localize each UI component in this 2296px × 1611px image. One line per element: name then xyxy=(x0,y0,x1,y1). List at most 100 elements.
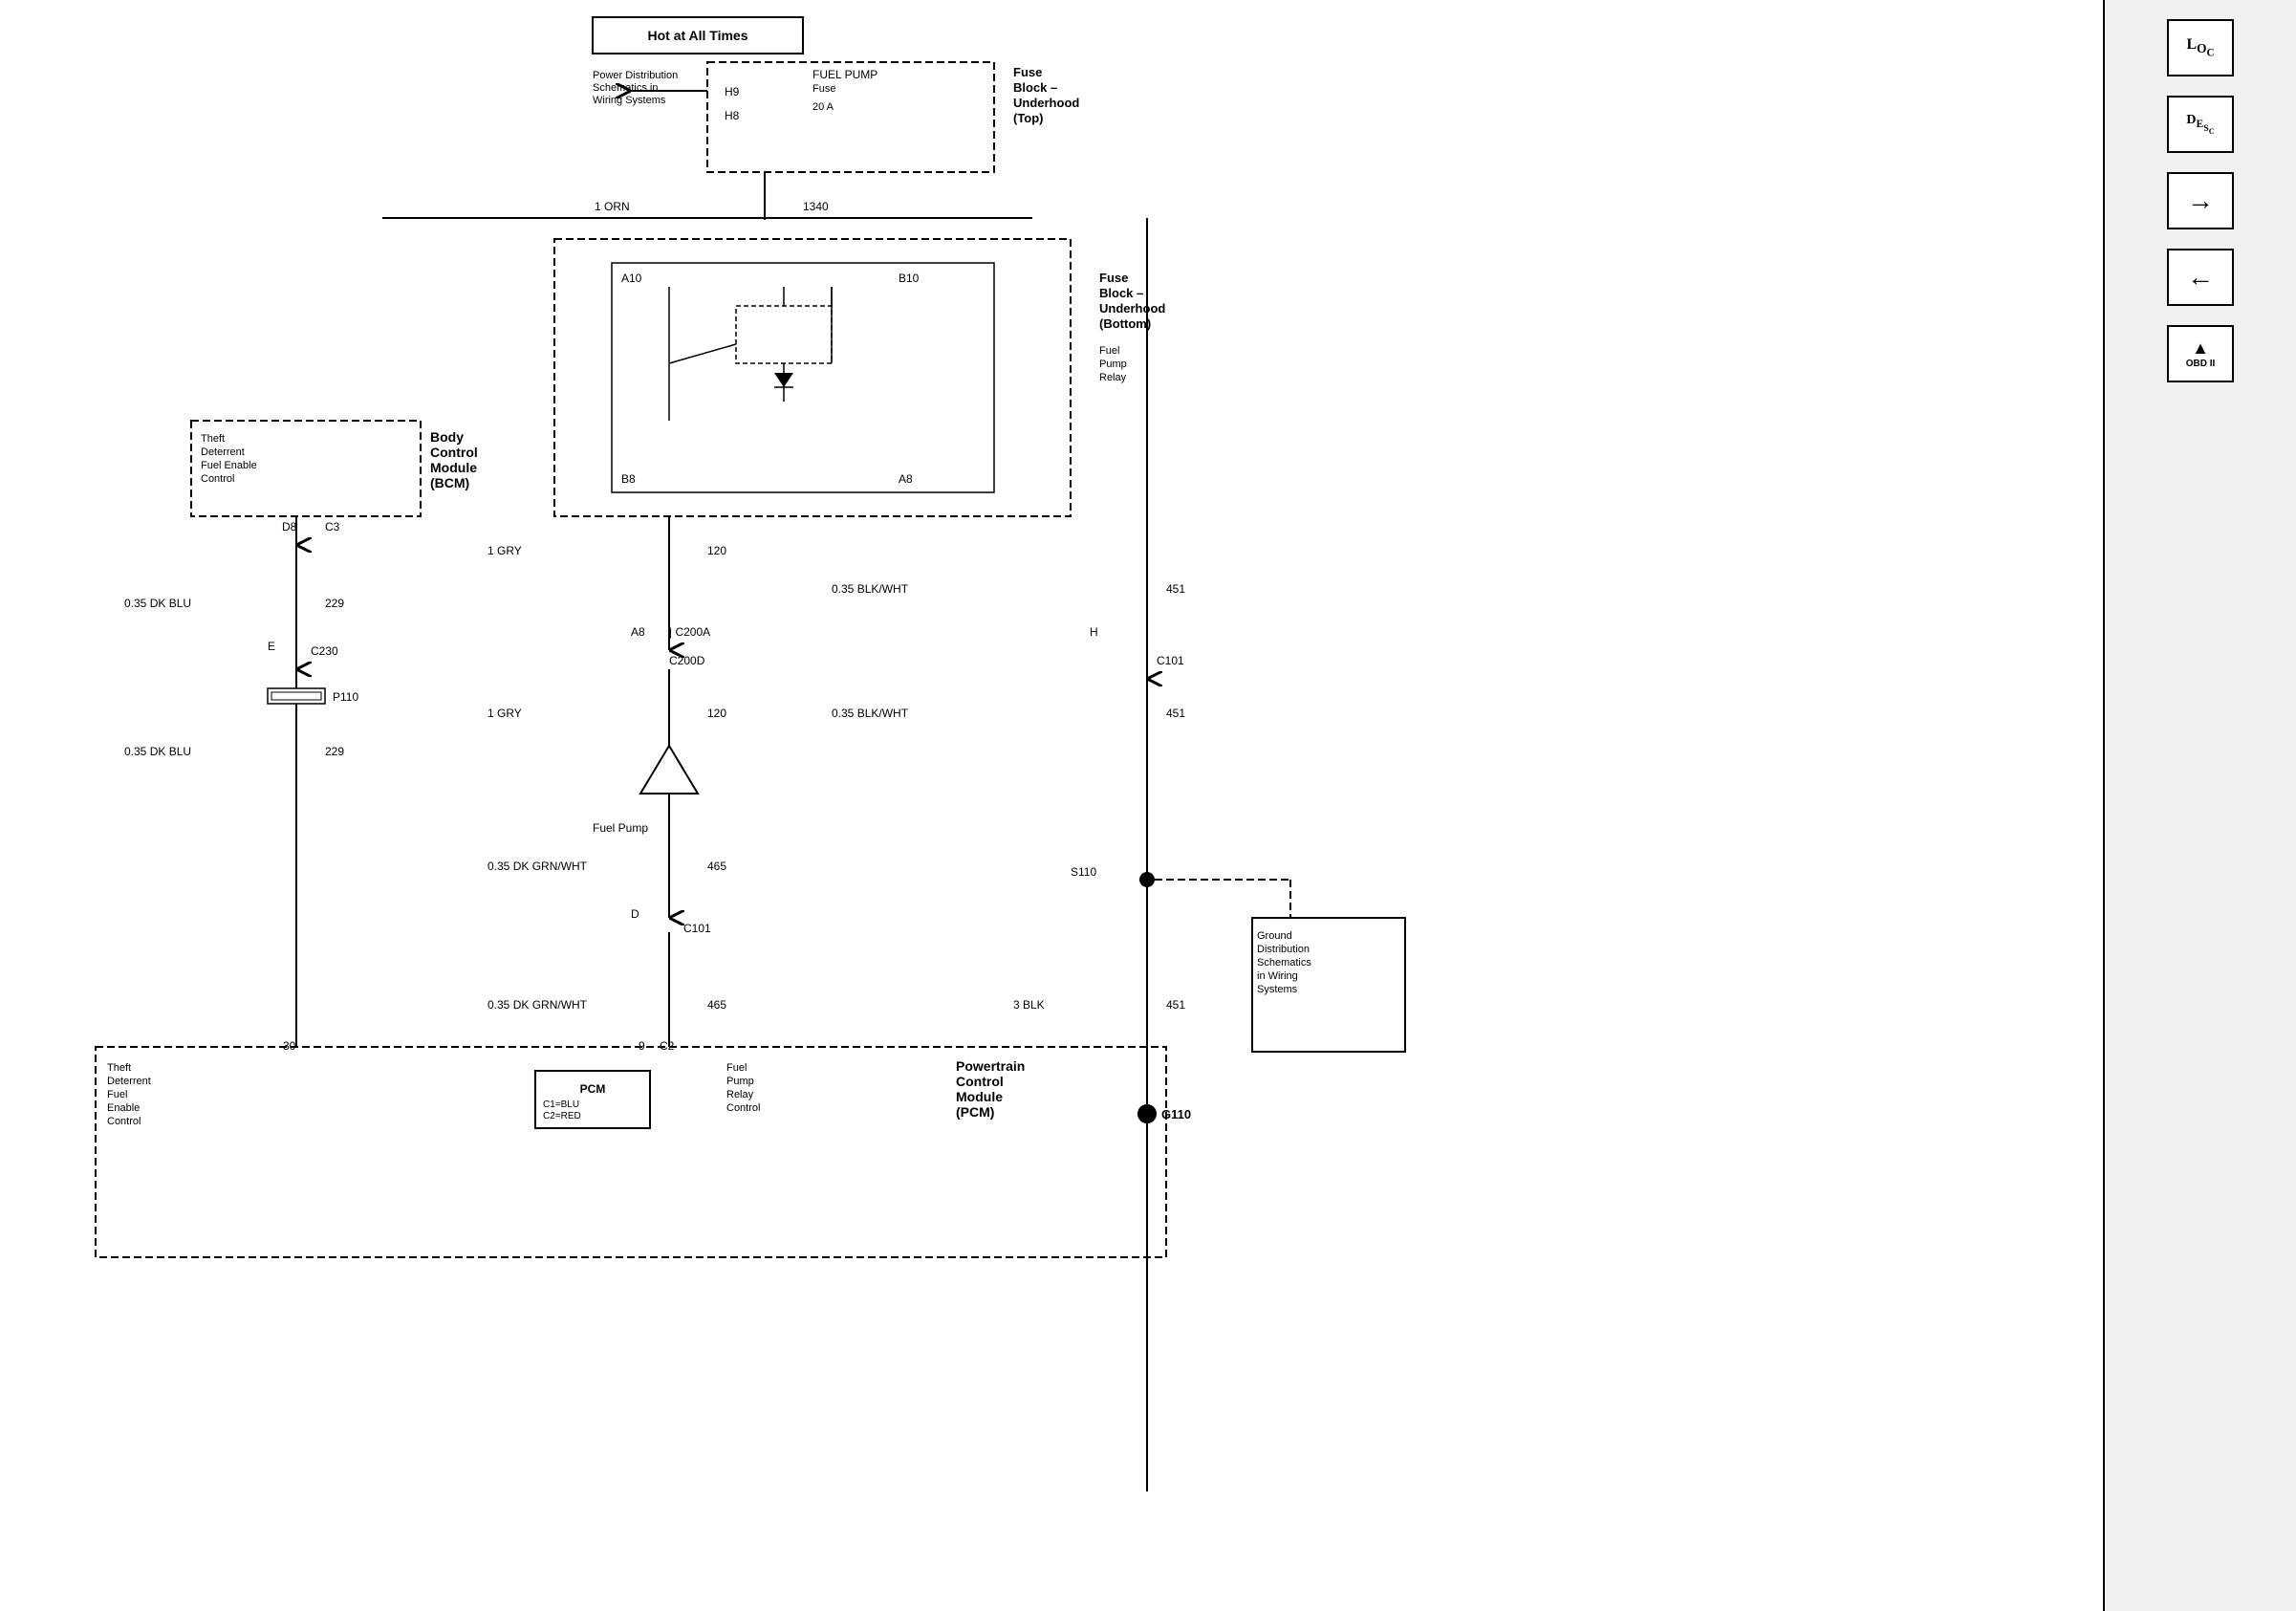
svg-text:(Top): (Top) xyxy=(1013,111,1044,125)
pcm-c2-label: C2=RED xyxy=(543,1111,581,1121)
ground-dist-label: Ground xyxy=(1257,930,1292,942)
wire-35blkwht-top-num: 451 xyxy=(1166,582,1185,596)
svg-text:20 A: 20 A xyxy=(812,101,834,113)
wire-3blk-num: 451 xyxy=(1166,998,1185,1012)
svg-text:Relay: Relay xyxy=(726,1089,754,1100)
svg-text:Underhood: Underhood xyxy=(1013,96,1079,110)
connector-a8-label: A8 xyxy=(631,625,645,639)
sidebar: LOC DESC → ← ▲ OBD II xyxy=(2103,0,2296,1611)
wire-35dkgrn-top-num: 465 xyxy=(707,860,726,873)
svg-text:Underhood: Underhood xyxy=(1099,301,1165,316)
svg-text:Pump: Pump xyxy=(1099,359,1127,370)
wire-35blkwht-top-label: 0.35 BLK/WHT xyxy=(832,582,909,596)
wire-1gry-bot-num: 120 xyxy=(707,707,726,720)
g110-symbol xyxy=(1137,1104,1157,1123)
h9-label: H9 xyxy=(725,85,740,98)
wire-35dkblu-bot-num: 229 xyxy=(325,745,344,758)
wire-35dkgrn-bot-label: 0.35 DK GRN/WHT xyxy=(487,998,588,1012)
a8-label-top: A8 xyxy=(899,472,913,486)
svg-text:Fuel Enable: Fuel Enable xyxy=(201,460,257,471)
s110-label: S110 xyxy=(1071,865,1096,879)
wire-1gry-top-num: 120 xyxy=(707,544,726,557)
svg-text:Enable: Enable xyxy=(107,1102,140,1114)
svg-text:(Bottom): (Bottom) xyxy=(1099,316,1151,331)
pin9-label: 9 xyxy=(639,1039,645,1053)
svg-text:Wiring Systems: Wiring Systems xyxy=(593,95,666,106)
svg-text:Control: Control xyxy=(201,473,234,485)
svg-text:Control: Control xyxy=(956,1074,1004,1089)
svg-text:Systems: Systems xyxy=(1257,984,1298,995)
wire-35dkgrn-bot-num: 465 xyxy=(707,998,726,1012)
svg-text:Pump: Pump xyxy=(726,1076,754,1087)
schematic-svg: Hot at All Times Power Distribution Sche… xyxy=(0,0,2103,1611)
pcm-c1-label: C1=BLU xyxy=(543,1099,579,1110)
c101-bot-label: C101 xyxy=(683,922,711,935)
svg-text:Fuel: Fuel xyxy=(107,1089,127,1100)
svg-text:Block –: Block – xyxy=(1013,80,1057,95)
wire-35dkblu-bot-label: 0.35 DK BLU xyxy=(124,745,191,758)
svg-text:| C200A: | C200A xyxy=(669,625,710,639)
pcm-box-label: PCM xyxy=(580,1082,606,1096)
c230-label: C230 xyxy=(311,644,338,658)
diagram-area: Hot at All Times Power Distribution Sche… xyxy=(0,0,2103,1611)
power-dist-label: Power Distribution xyxy=(593,70,678,81)
svg-text:Control: Control xyxy=(107,1116,141,1127)
svg-text:Distribution: Distribution xyxy=(1257,944,1310,955)
svg-text:Module: Module xyxy=(430,460,477,475)
wire-35blkwht-bot-label: 0.35 BLK/WHT xyxy=(832,707,909,720)
e-connector-label: E xyxy=(268,640,275,653)
svg-text:Deterrent: Deterrent xyxy=(201,446,245,458)
h8-label: H8 xyxy=(725,109,740,122)
wire-1gry-bot-label: 1 GRY xyxy=(487,707,522,720)
pcm-full-label: Powertrain xyxy=(956,1058,1025,1074)
svg-text:Block –: Block – xyxy=(1099,286,1143,300)
svg-text:Schematics in: Schematics in xyxy=(593,82,658,94)
wire-35dkgrn-top-label: 0.35 DK GRN/WHT xyxy=(487,860,588,873)
svg-text:Control: Control xyxy=(430,445,478,460)
svg-text:(BCM): (BCM) xyxy=(430,475,469,490)
svg-text:Module: Module xyxy=(956,1089,1003,1104)
p110-label: P110 xyxy=(333,690,358,704)
hot-at-all-times-label: Hot at All Times xyxy=(647,28,747,43)
connector-c200d-label: C200D xyxy=(669,654,705,667)
svg-text:Schematics: Schematics xyxy=(1257,957,1311,969)
obd-label: OBD II xyxy=(2186,359,2216,369)
fuel-pump-fuse-label: FUEL PUMP xyxy=(812,68,877,81)
fuse-block-top-label: Fuse xyxy=(1013,65,1042,79)
pin30-label: 30 xyxy=(283,1039,296,1053)
bcm-label: Body xyxy=(430,429,464,445)
next-icon[interactable]: → xyxy=(2167,172,2234,229)
svg-text:Relay: Relay xyxy=(1099,372,1127,383)
c101-top-label: C101 xyxy=(1157,654,1184,667)
wire-35dkblu-top-num: 229 xyxy=(325,597,344,610)
svg-text:Fuel: Fuel xyxy=(1099,345,1119,357)
svg-text:Control: Control xyxy=(726,1102,760,1114)
pcm-relay-control-label: Fuel xyxy=(726,1062,747,1074)
b10-label: B10 xyxy=(899,272,920,285)
svg-text:(PCM): (PCM) xyxy=(956,1104,994,1120)
wire-35dkblu-top-label: 0.35 DK BLU xyxy=(124,597,191,610)
h-connector-label: H xyxy=(1090,625,1098,639)
d-connector-label: D xyxy=(631,907,639,921)
svg-text:Fuse: Fuse xyxy=(812,83,835,95)
prev-icon[interactable]: ← xyxy=(2167,249,2234,306)
wire-3blk-label: 3 BLK xyxy=(1013,998,1045,1012)
wire-35blkwht-bot-num: 451 xyxy=(1166,707,1185,720)
connector-c2-label: C2 xyxy=(660,1039,675,1053)
svg-text:in Wiring: in Wiring xyxy=(1257,970,1298,982)
pcm-theft-label: Theft xyxy=(107,1062,131,1074)
wire-1orn-label: 1 ORN xyxy=(595,200,630,213)
desc-icon[interactable]: DESC xyxy=(2167,96,2234,153)
fuel-pump-label: Fuel Pump xyxy=(593,821,648,835)
loc-icon[interactable]: LOC xyxy=(2167,19,2234,76)
obd-icon[interactable]: ▲ OBD II xyxy=(2167,325,2234,382)
bcm-inner-label: Theft xyxy=(201,433,225,445)
svg-text:Deterrent: Deterrent xyxy=(107,1076,151,1087)
fuse-block-bottom-label: Fuse xyxy=(1099,271,1128,285)
wire-1gry-top-label: 1 GRY xyxy=(487,544,522,557)
wire-1orn-num: 1340 xyxy=(803,200,829,213)
b8-label: B8 xyxy=(621,472,636,486)
c3-label: C3 xyxy=(325,520,340,533)
a10-label: A10 xyxy=(621,272,642,285)
d8-label: D8 xyxy=(282,520,297,533)
